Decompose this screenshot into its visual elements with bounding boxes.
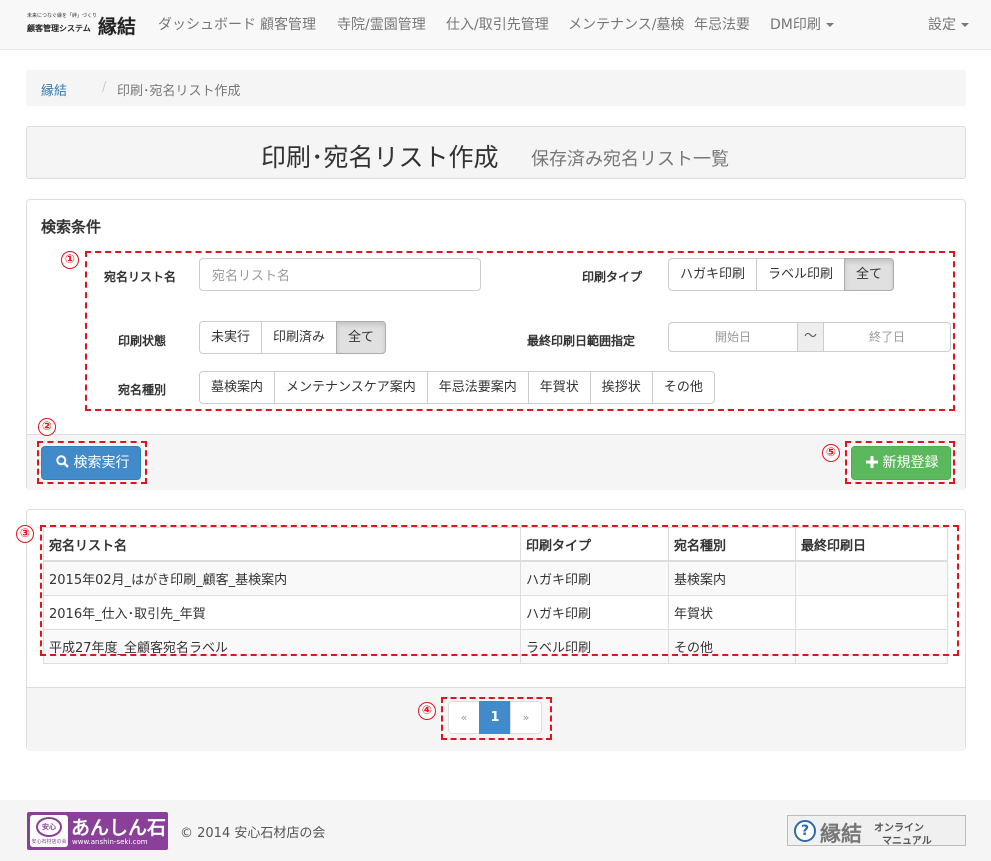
annotation-box-search-button bbox=[37, 441, 147, 484]
seal-icon: 安心 安心石材店の会 bbox=[30, 815, 68, 847]
breadcrumb-home-link[interactable]: 縁結 bbox=[41, 80, 67, 99]
search-panel-footer: 検索実行 新規登録 bbox=[27, 434, 965, 490]
brand-name: 縁結 bbox=[98, 16, 137, 38]
annotation-box-result-table bbox=[40, 525, 959, 656]
caret-down-icon bbox=[825, 23, 834, 27]
nav-customers[interactable]: 顧客管理 bbox=[260, 0, 316, 50]
caret-down-icon bbox=[961, 23, 969, 27]
brand-tagline: 未来につなぐ縁を「絆」づくり bbox=[27, 13, 98, 19]
anshin-seki-logo[interactable]: 安心 安心石材店の会 あんしん石 www.anshin-seki.com bbox=[27, 812, 168, 850]
brand-logo[interactable]: 未来につなぐ縁を「絆」づくり 顧客管理システム 縁結 bbox=[27, 12, 139, 38]
page-header: 印刷･宛名リスト作成 保存済み宛名リスト一覧 bbox=[26, 126, 966, 179]
annotation-box-pagination bbox=[441, 697, 552, 740]
annotation-number-2: ② bbox=[38, 418, 56, 436]
online-manual-link[interactable]: ? 縁結 オンライン マニュアル bbox=[787, 815, 966, 847]
brand-system: 顧客管理システム bbox=[27, 23, 91, 33]
manual-brand: 縁結 bbox=[820, 821, 862, 846]
logo-url: www.anshin-seki.com bbox=[72, 838, 148, 846]
nav-settings-dropdown[interactable]: 設定 bbox=[928, 0, 969, 50]
annotation-number-5: ⑤ bbox=[822, 444, 840, 462]
breadcrumb-current: 印刷･宛名リスト作成 bbox=[117, 84, 241, 99]
annotation-box-search-conditions bbox=[85, 251, 955, 411]
annotation-number-3: ③ bbox=[16, 525, 34, 543]
breadcrumb: 縁結 / 印刷･宛名リスト作成 bbox=[26, 70, 966, 106]
annotation-box-new-button bbox=[845, 441, 955, 484]
nav-maintenance[interactable]: メンテナンス/墓検 bbox=[568, 0, 684, 50]
nav-temples[interactable]: 寺院/霊園管理 bbox=[337, 0, 426, 50]
help-icon: ? bbox=[794, 820, 816, 842]
annotation-number-4: ④ bbox=[418, 702, 436, 720]
copyright: © 2014 安心石材店の会 bbox=[180, 826, 326, 841]
nav-settings-label: 設定 bbox=[928, 17, 956, 33]
logo-name: あんしん石 bbox=[71, 817, 167, 839]
seal-text: 安心 bbox=[36, 817, 62, 837]
page-subtitle: 保存済み宛名リスト一覧 bbox=[531, 149, 729, 170]
annotation-number-1: ① bbox=[61, 251, 79, 269]
page-title: 印刷･宛名リスト作成 bbox=[261, 143, 499, 172]
nav-dashboard[interactable]: ダッシュボード bbox=[158, 0, 256, 50]
breadcrumb-separator: / bbox=[102, 80, 107, 95]
search-panel-heading: 検索条件 bbox=[41, 218, 102, 236]
seal-caption: 安心石材店の会 bbox=[31, 839, 67, 845]
nav-dm-print-dropdown[interactable]: DM印刷 bbox=[770, 0, 834, 50]
nav-memorial[interactable]: 年忌法要 bbox=[694, 0, 750, 50]
nav-dm-print-label: DM印刷 bbox=[770, 17, 821, 33]
manual-label-line2: マニュアル bbox=[882, 836, 932, 847]
navbar: 未来につなぐ縁を「絆」づくり 顧客管理システム 縁結 ダッシュボード 顧客管理 … bbox=[0, 0, 991, 50]
nav-suppliers[interactable]: 仕入/取引先管理 bbox=[446, 0, 549, 50]
